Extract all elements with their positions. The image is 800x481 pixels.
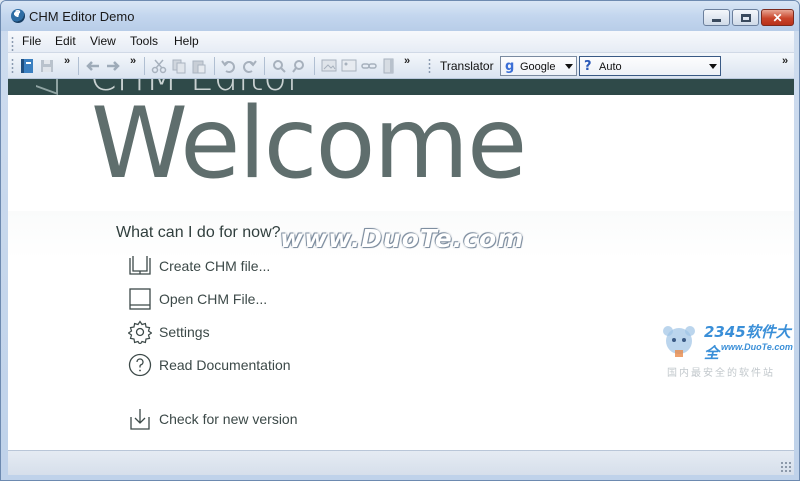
toolbar-separator <box>214 57 215 75</box>
site-watermark-logo: 2345软件大全 www.DuoTe.com 国内最安全的软件站 <box>649 317 799 379</box>
app-window: ? CHM Editor Demo ✕ File Edit View Tools… <box>0 0 800 481</box>
download-arrow-icon <box>130 409 150 430</box>
maximize-icon <box>740 13 751 22</box>
menu-help[interactable]: Help <box>174 34 199 48</box>
insert-image-icon[interactable] <box>320 57 338 75</box>
documentation-label: Read Documentation <box>159 357 291 373</box>
translator-engine-value: Google <box>520 61 556 73</box>
new-book-icon[interactable] <box>18 57 36 75</box>
translator-engine-select[interactable]: g Google <box>500 56 577 76</box>
status-bar <box>8 450 794 475</box>
question-circle-icon <box>128 353 152 377</box>
window-title: CHM Editor Demo <box>29 9 135 24</box>
undo-icon[interactable] <box>220 57 238 75</box>
menu-file[interactable]: File <box>22 34 41 48</box>
menubar-grip[interactable] <box>11 36 14 52</box>
forward-arrow-icon[interactable] <box>104 57 122 75</box>
close-button[interactable]: ✕ <box>761 9 794 26</box>
chevron-down-icon <box>709 64 717 69</box>
welcome-panel: Welcome <box>8 90 794 211</box>
insert-page-icon[interactable] <box>380 57 398 75</box>
app-icon: ? <box>11 9 25 23</box>
translator-language-value: Auto <box>599 61 622 73</box>
insert-picture-icon[interactable] <box>340 57 358 75</box>
book-closed-icon <box>129 288 151 310</box>
start-page: CHM Editor Welcome What can I do for now… <box>8 79 794 450</box>
google-g-icon: g <box>505 59 515 74</box>
redo-icon[interactable] <box>240 57 258 75</box>
toolbar: » » » Translator g Google ? Auto » <box>8 53 794 79</box>
toolbar-overflow-2[interactable]: » <box>130 55 136 67</box>
copy-icon[interactable] <box>170 57 188 75</box>
check-update-label: Check for new version <box>159 411 298 427</box>
mascot-icon <box>663 326 695 357</box>
minimize-button[interactable] <box>703 9 730 26</box>
find-icon[interactable] <box>270 57 288 75</box>
toolbar-overflow-4[interactable]: » <box>782 55 788 67</box>
toolbar-separator <box>264 57 265 75</box>
toolbar-overflow-1[interactable]: » <box>64 55 70 67</box>
toolbar-separator <box>314 57 315 75</box>
translator-grip[interactable] <box>428 58 431 74</box>
menu-view[interactable]: View <box>90 34 116 48</box>
minimize-icon <box>712 19 721 22</box>
translator-label: Translator <box>440 59 494 73</box>
actions-question: What can I do for now? <box>116 224 281 241</box>
gear-icon <box>128 320 152 344</box>
resize-grip-icon[interactable] <box>780 461 791 472</box>
documentation-link[interactable]: Read Documentation <box>128 353 348 377</box>
open-chm-label: Open CHM File... <box>159 291 268 307</box>
title-bar[interactable]: ? CHM Editor Demo ✕ <box>1 1 799 31</box>
chevron-down-icon <box>565 64 573 69</box>
replace-icon[interactable] <box>290 57 308 75</box>
maximize-button[interactable] <box>732 9 759 26</box>
paste-icon[interactable] <box>190 57 208 75</box>
open-chm-link[interactable]: Open CHM File... <box>128 287 348 311</box>
cut-icon[interactable] <box>150 57 168 75</box>
welcome-heading: Welcome <box>91 87 527 201</box>
translator-language-select[interactable]: ? Auto <box>579 56 721 76</box>
toolbar-overflow-3[interactable]: » <box>404 55 410 67</box>
toolbar-separator <box>144 57 145 75</box>
site-url-text: www.DuoTe.com <box>721 342 793 352</box>
settings-label: Settings <box>159 324 210 340</box>
site-caption-text: 国内最安全的软件站 <box>667 368 775 379</box>
settings-link[interactable]: Settings <box>128 320 348 344</box>
save-icon[interactable] <box>38 57 56 75</box>
brand-logo-icon <box>36 79 58 95</box>
close-icon: ✕ <box>772 10 783 25</box>
menu-bar: File Edit View Tools Help <box>8 31 794 53</box>
create-chm-label: Create CHM file... <box>159 258 271 274</box>
menu-tools[interactable]: Tools <box>130 34 158 48</box>
menu-edit[interactable]: Edit <box>55 34 76 48</box>
insert-link-icon[interactable] <box>360 57 378 75</box>
check-update-link[interactable]: Check for new version <box>128 407 348 431</box>
help-question-icon: ? <box>584 59 592 74</box>
toolbar-separator <box>78 57 79 75</box>
duote-watermark: www.DuoTe.com <box>280 224 525 253</box>
book-open-icon <box>129 256 151 275</box>
toolbar-grip[interactable] <box>11 58 14 74</box>
create-chm-link[interactable]: Create CHM file... <box>128 254 348 278</box>
back-arrow-icon[interactable] <box>84 57 102 75</box>
